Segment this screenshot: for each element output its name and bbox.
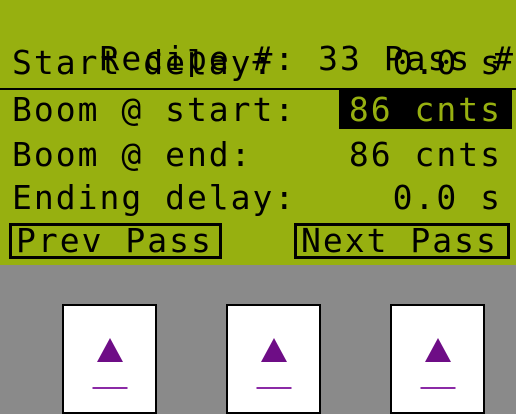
next-pass-softkey[interactable]: Next Pass: [294, 223, 510, 259]
ending-delay-value: 0.0 s: [392, 178, 502, 217]
boom-end-label: Boom @ end:: [12, 135, 253, 174]
up-arrow-icon: [424, 338, 451, 362]
prev-pass-softkey[interactable]: Prev Pass: [9, 223, 222, 259]
start-delay-value: 0.0 s: [392, 43, 502, 82]
start-delay-label: Start delay:: [12, 43, 275, 82]
underline-icon: [256, 387, 291, 389]
up-arrow-icon: [260, 338, 287, 362]
underline-icon: [92, 387, 127, 389]
up-arrow-icon: [96, 338, 123, 362]
boom-end-value: 86 cnts: [348, 135, 502, 174]
boom-start-label: Boom @ start:: [12, 90, 297, 129]
underline-icon: [420, 387, 455, 389]
recipe-value: 33: [318, 39, 362, 78]
lcd-screen: Recipe #: 33 Pass #: 2 Start delay: 0.0 …: [0, 0, 516, 265]
boom-start-value[interactable]: 86 cnts: [338, 90, 513, 129]
ending-delay-label: Ending delay:: [12, 178, 297, 217]
